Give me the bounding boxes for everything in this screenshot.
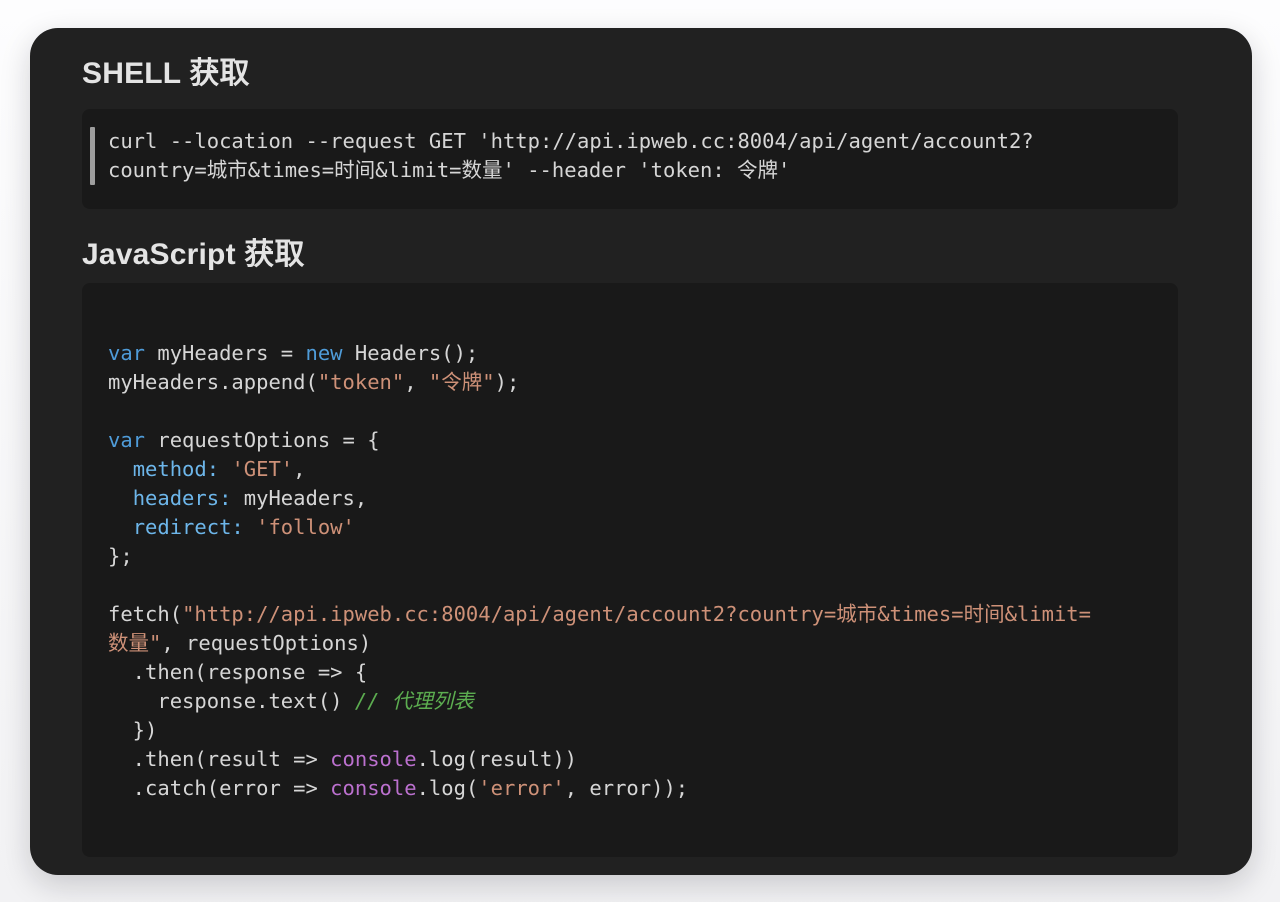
code-token-plain: .then(result => [108,747,330,771]
code-line: myHeaders.append("token", "令牌"); [108,368,1152,397]
code-token-plain: Headers(); [343,341,479,365]
code-line: redirect: 'follow' [108,513,1152,542]
code-token-property: method: [133,457,219,481]
code-token-plain: .log(result)) [417,747,577,771]
code-token-keyword: var [108,341,145,365]
code-line: method: 'GET', [108,455,1152,484]
code-line: }; [108,542,1152,571]
code-line: headers: myHeaders, [108,484,1152,513]
code-token-keyword: var [108,428,145,452]
code-token-plain [108,457,133,481]
shell-code-block: curl --location --request GET 'http://ap… [82,109,1178,209]
code-line [108,397,1152,426]
shell-section: SHELL 获取 curl --location --request GET '… [82,56,1178,209]
code-token-builtin: console [330,747,416,771]
code-token-plain: }; [108,544,133,568]
javascript-section-heading: JavaScript 获取 [82,237,1178,273]
code-token-plain: ); [495,370,520,394]
code-token-property: headers: [133,486,232,510]
code-line: var requestOptions = { [108,426,1152,455]
shell-code-lines: curl --location --request GET 'http://ap… [108,127,1034,185]
code-token-string: 数量" [108,631,161,655]
code-token-plain [244,515,256,539]
code-line: response.text() // 代理列表 [108,687,1152,716]
javascript-section: JavaScript 获取 var myHeaders = new Header… [82,237,1178,857]
code-token-plain: myHeaders, [231,486,367,510]
doc-panel: SHELL 获取 curl --location --request GET '… [30,28,1252,875]
code-token-plain: fetch( [108,602,182,626]
code-token-plain: curl --location --request GET 'http://ap… [108,129,1034,153]
code-token-plain: , error)); [565,776,688,800]
code-token-plain: country=城市&times=时间&limit=数量' --header '… [108,158,790,182]
code-token-property: redirect: [133,515,244,539]
code-line: }) [108,716,1152,745]
code-token-comment: // 代理列表 [355,689,474,713]
code-line: fetch("http://api.ipweb.cc:8004/api/agen… [108,600,1152,629]
code-token-plain: .catch(error => [108,776,330,800]
code-token-plain: response.text() [108,689,355,713]
code-line: curl --location --request GET 'http://ap… [108,127,1034,156]
code-token-plain: requestOptions = { [145,428,380,452]
code-line: .then(result => console.log(result)) [108,745,1152,774]
code-token-plain [108,486,133,510]
code-token-plain: }) [108,718,157,742]
code-token-plain: myHeaders.append( [108,370,318,394]
code-line: 数量", requestOptions) [108,629,1152,658]
code-token-string: "http://api.ipweb.cc:8004/api/agent/acco… [182,602,1091,626]
code-line: var myHeaders = new Headers(); [108,339,1152,368]
code-token-plain: , requestOptions) [161,631,371,655]
code-token-plain: myHeaders = [145,341,305,365]
code-token-plain: , [293,457,305,481]
shell-code-marker [90,127,95,185]
code-token-string: 'GET' [231,457,293,481]
shell-code-row: curl --location --request GET 'http://ap… [90,127,1158,185]
code-token-plain [219,457,231,481]
javascript-code-lines: var myHeaders = new Headers();myHeaders.… [108,339,1152,803]
code-token-keyword: new [305,341,342,365]
code-token-plain: , [404,370,429,394]
code-line [108,571,1152,600]
code-line: .then(response => { [108,658,1152,687]
code-token-string: "令牌" [429,370,495,394]
code-token-builtin: console [330,776,416,800]
code-line: .catch(error => console.log('error', err… [108,774,1152,803]
shell-section-heading: SHELL 获取 [82,56,1178,92]
code-token-plain [108,515,133,539]
code-token-plain: .then(response => { [108,660,367,684]
javascript-code-block: var myHeaders = new Headers();myHeaders.… [82,283,1178,857]
code-token-string: 'error' [478,776,564,800]
code-token-string: "token" [318,370,404,394]
code-line: country=城市&times=时间&limit=数量' --header '… [108,156,1034,185]
code-token-plain: .log( [417,776,479,800]
code-token-string: 'follow' [256,515,355,539]
